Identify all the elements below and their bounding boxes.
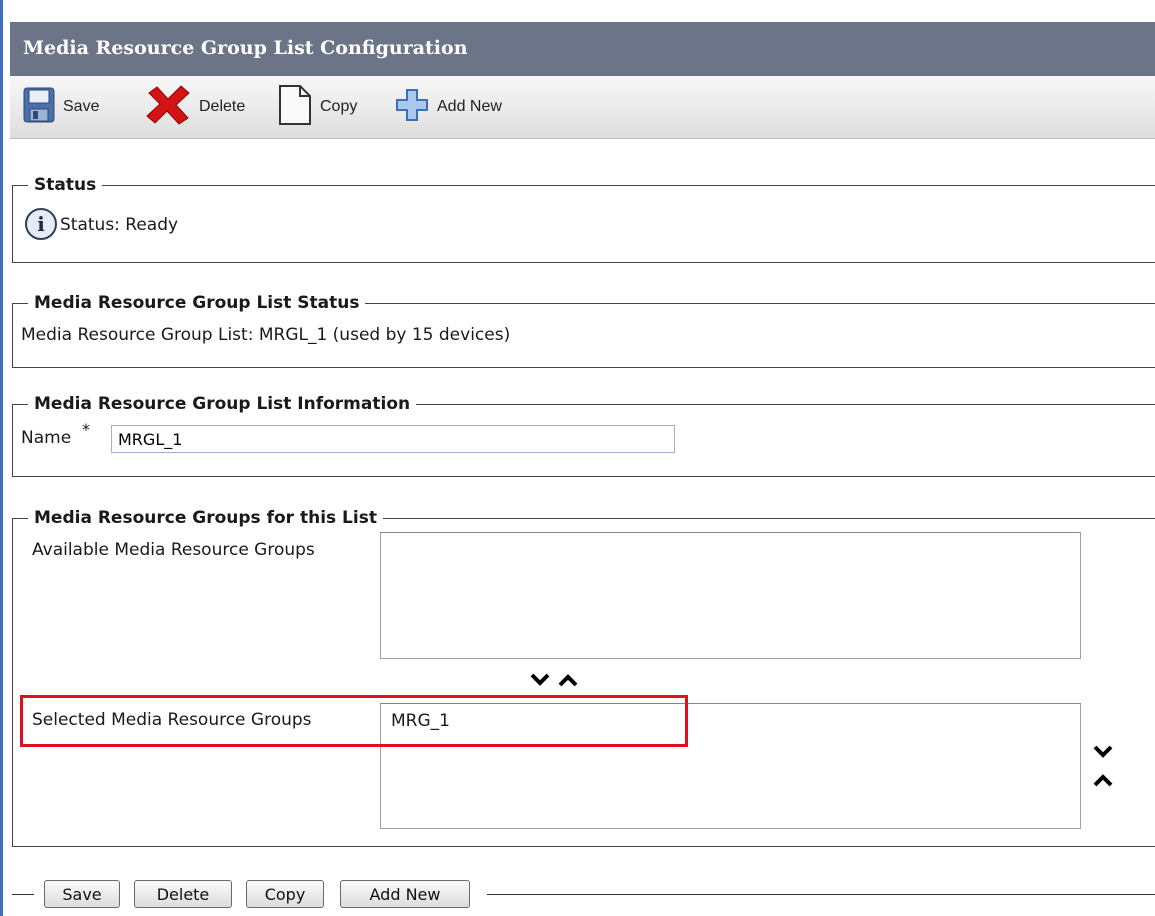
- save-icon: [23, 87, 55, 127]
- add-plus-icon: [395, 88, 429, 126]
- groups-legend: Media Resource Groups for this List: [28, 508, 383, 528]
- svg-text:i: i: [37, 212, 45, 236]
- mrgl-status-text: Media Resource Group List: MRGL_1 (used …: [21, 325, 511, 345]
- name-label: Name: [21, 428, 72, 448]
- reorder-down-arrow-icon[interactable]: [1093, 744, 1113, 763]
- status-section-rule: [12, 185, 1155, 186]
- bottom-save-button[interactable]: Save: [44, 880, 120, 908]
- bottom-copy-button[interactable]: Copy: [246, 880, 324, 908]
- copy-button[interactable]: Copy: [278, 76, 357, 138]
- delete-x-icon: [145, 85, 191, 129]
- name-input[interactable]: [111, 425, 675, 453]
- copy-label: Copy: [320, 98, 358, 115]
- bottom-rule-right: [487, 894, 1155, 895]
- mrgl-status-legend: Media Resource Group List Status: [28, 293, 366, 313]
- info-legend: Media Resource Group List Information: [28, 394, 417, 414]
- bottom-delete-button[interactable]: Delete: [134, 880, 232, 908]
- highlight-box: [20, 695, 688, 747]
- info-icon: i: [24, 207, 58, 245]
- status-section: [12, 185, 1155, 263]
- add-new-button[interactable]: Add New: [395, 76, 502, 138]
- delete-button[interactable]: Delete: [145, 76, 245, 138]
- save-label: Save: [63, 98, 100, 115]
- status-text: Status: Ready: [60, 215, 179, 235]
- left-edge-rule: [0, 0, 3, 916]
- add-new-label: Add New: [437, 98, 502, 115]
- copy-document-icon: [278, 84, 312, 130]
- bottom-add-new-button[interactable]: Add New: [340, 880, 470, 908]
- page-title-bar: Media Resource Group List Configuration: [10, 22, 1155, 76]
- move-up-arrow-icon[interactable]: [558, 672, 578, 691]
- toolbar: Save Delete Copy Add New: [10, 76, 1155, 139]
- delete-label: Delete: [199, 98, 246, 115]
- reorder-up-arrow-icon[interactable]: [1093, 772, 1113, 791]
- available-groups-listbox[interactable]: [380, 532, 1081, 659]
- available-groups-label: Available Media Resource Groups: [32, 540, 315, 560]
- move-down-arrow-icon[interactable]: [530, 672, 550, 691]
- page-title: Media Resource Group List Configuration: [23, 37, 468, 59]
- bottom-rule-left: [12, 894, 34, 895]
- required-mark: *: [82, 420, 90, 439]
- status-legend: Status: [28, 175, 103, 195]
- save-button[interactable]: Save: [23, 76, 99, 138]
